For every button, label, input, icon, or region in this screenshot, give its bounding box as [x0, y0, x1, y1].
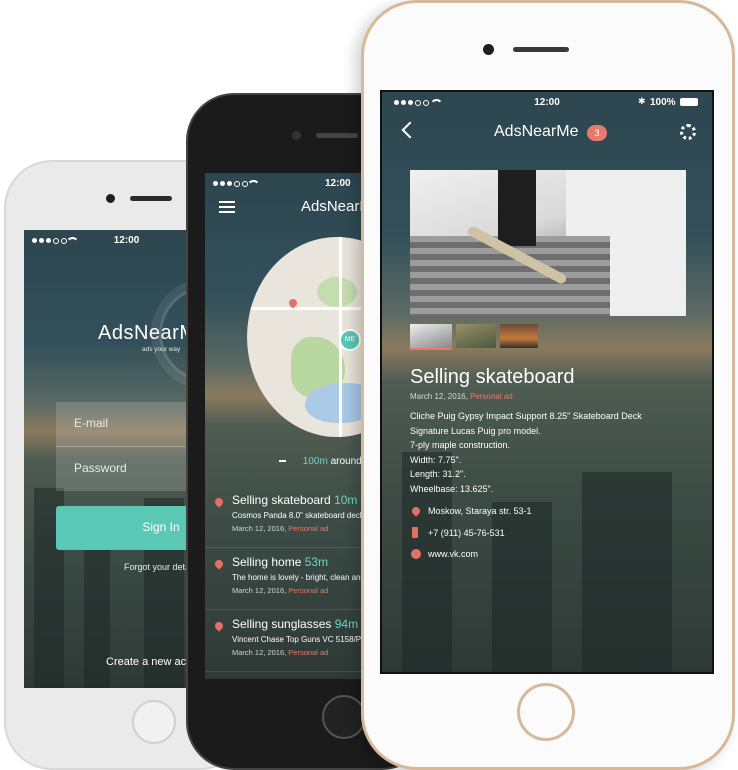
- me-marker: ME: [339, 329, 361, 351]
- list-item-title: Selling sunglasses: [232, 617, 332, 631]
- description-line: Length: 31.2".: [410, 469, 466, 479]
- list-item-desc: Cosmos Panda 8.0" skateboard deck: [232, 511, 364, 520]
- radius-value: 100m: [302, 456, 328, 467]
- list-item-date: March 12, 2016,: [232, 586, 287, 595]
- ad-title: Selling skateboard: [410, 366, 575, 388]
- map-park: [317, 277, 357, 307]
- list-item-distance: 94m: [334, 617, 359, 631]
- signal-icon: [213, 181, 248, 187]
- personal-ad-label: Personal ad: [288, 586, 329, 595]
- location-pin-icon: [410, 505, 422, 517]
- thumbnail-3[interactable]: [500, 324, 538, 348]
- phone-row[interactable]: +7 (911) 45-76-531: [410, 527, 690, 543]
- list-item-title: Selling skateboard: [232, 493, 331, 507]
- globe-icon: [411, 549, 421, 559]
- list-item-date: March 12, 2016,: [232, 524, 287, 533]
- radius-suffix: around: [330, 456, 362, 467]
- location-pin-icon: [213, 496, 225, 508]
- earpiece-speaker: [513, 47, 569, 52]
- wifi-icon: [247, 180, 260, 188]
- home-button[interactable]: [322, 695, 366, 739]
- main-photo[interactable]: [410, 170, 686, 316]
- description-line: Width: 7.75".: [410, 454, 462, 465]
- phone-text: +7 (911) 45-76-531: [428, 528, 505, 538]
- radius-minus-icon: [279, 460, 286, 463]
- website-row[interactable]: www.vk.com: [410, 548, 690, 564]
- nav-title: AdsNearMe: [494, 123, 579, 140]
- notification-badge[interactable]: 3: [587, 125, 607, 141]
- gear-icon: [680, 124, 696, 140]
- mobile-phone-icon: [412, 527, 418, 538]
- description-line: Signature Lucas Puig pro model.: [410, 425, 541, 436]
- list-item-date: March 12, 2016,: [232, 648, 287, 657]
- personal-ad-label: Personal ad: [288, 648, 329, 657]
- list-item-title: Selling home: [232, 555, 302, 569]
- status-bar: 12:00 ✱ 100%: [382, 92, 712, 114]
- phone-detail: 12:00 ✱ 100% AdsNearMe 3 Selling skatebo…: [361, 0, 735, 770]
- front-camera: [483, 44, 494, 55]
- front-camera: [292, 131, 301, 140]
- thumbnail-2[interactable]: [456, 324, 496, 348]
- ad-date: March 12, 2016,: [410, 392, 468, 401]
- address-row[interactable]: Moskow, Staraya str. 53-1: [410, 505, 690, 521]
- list-item-desc: Vincent Chase Top Guns VC 5158/P E: [232, 635, 369, 644]
- bluetooth-icon: ✱: [638, 96, 646, 106]
- battery-icon: [680, 98, 698, 106]
- earpiece-speaker: [130, 196, 172, 201]
- hamburger-icon: [219, 201, 235, 203]
- list-item-distance: 10m: [334, 493, 358, 507]
- description-line: 7-ply maple construction.: [410, 440, 511, 450]
- screen-detail: 12:00 ✱ 100% AdsNearMe 3 Selling skatebo…: [380, 90, 714, 674]
- description-line: Wheelbase: 13.625".: [410, 483, 494, 494]
- front-camera: [106, 194, 115, 203]
- back-button[interactable]: [400, 121, 419, 139]
- menu-button[interactable]: [219, 201, 235, 213]
- website-text: www.vk.com: [428, 549, 479, 559]
- location-pin-icon: [213, 620, 225, 632]
- home-button[interactable]: [132, 700, 176, 744]
- ad-description: Cliche Puig Gypsy Impact Support 8.25" S…: [410, 409, 642, 496]
- me-label: ME: [344, 336, 356, 343]
- location-pin-icon: [213, 558, 225, 570]
- list-item-desc: The home is lovely - bright, clean and: [232, 573, 365, 582]
- personal-ad-label: Personal ad: [470, 392, 513, 401]
- status-time: 12:00: [325, 178, 351, 189]
- personal-ad-label: Personal ad: [288, 524, 329, 533]
- radius-indicator[interactable]: 100m around: [279, 456, 362, 467]
- list-item-distance: 53m: [304, 555, 329, 569]
- home-button[interactable]: [517, 683, 575, 741]
- battery-percent: 100%: [650, 97, 676, 108]
- email-placeholder: E-mail: [74, 416, 109, 430]
- earpiece-speaker: [316, 133, 358, 138]
- photo-thumbnails: [410, 324, 610, 354]
- description-line: Cliche Puig Gypsy Impact Support 8.25" S…: [410, 411, 642, 421]
- thumbnail-1[interactable]: [410, 324, 452, 350]
- app-tagline: ads your way: [142, 346, 181, 353]
- photo-legs: [498, 170, 536, 246]
- address-text: Moskow, Staraya str. 53-1: [428, 506, 532, 516]
- password-placeholder: Password: [74, 461, 127, 475]
- settings-button[interactable]: [680, 124, 696, 140]
